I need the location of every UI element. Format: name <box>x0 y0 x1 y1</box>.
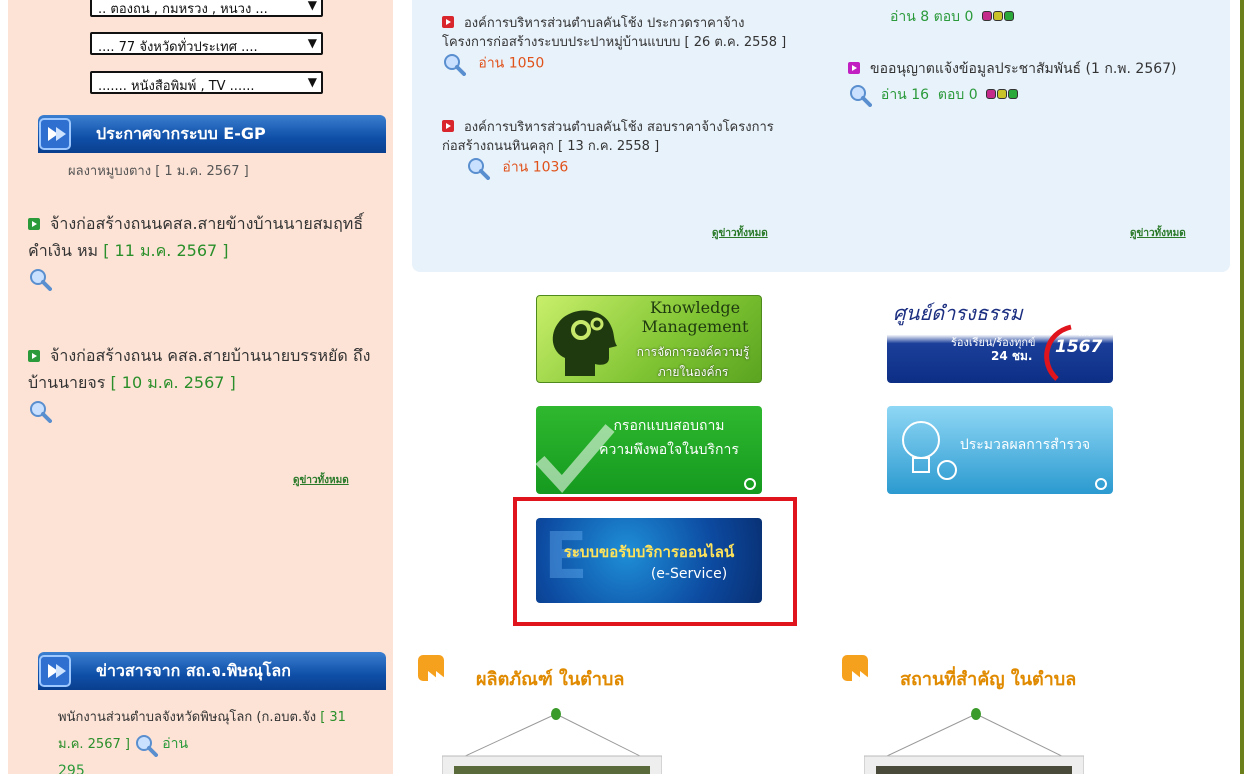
results-banner[interactable]: ประมวลผลการสำรวจ <box>887 406 1113 494</box>
product-frame[interactable] <box>442 706 662 774</box>
km-title-1: Knowledge <box>649 298 741 317</box>
km-sub-1: การจัดการองค์ความรู้ <box>636 345 750 359</box>
announcement-panel: องค์การบริหารส่วนตำบลคันโช้ง ประกวดราคาจ… <box>412 0 1230 272</box>
magnifier-icon[interactable] <box>28 267 52 291</box>
status-dots-icon <box>986 82 1019 108</box>
status-dots-icon <box>981 8 1015 27</box>
announce-more-right[interactable]: ดูข่าวทั้งหมด <box>1130 226 1186 241</box>
egp-clipped-item: ผลงาหมูบงตาง [ 1 ม.ค. 2567 ] <box>68 164 249 179</box>
magnifier-icon[interactable] <box>442 52 466 76</box>
swoosh-icon <box>1044 324 1072 381</box>
eservice-line-1: ระบบขอรับบริการออนไลน์ <box>563 543 735 561</box>
arrow-header-icon <box>39 118 71 150</box>
places-section-title: สถานที่สำคัญ ในตำบล <box>900 669 1077 690</box>
chevron-down-icon: ▼ <box>307 36 317 50</box>
left-sidebar: .. ตองถน , กมหรวง , หนวง ... ▼ .... 77 จั… <box>8 0 393 774</box>
damrongtham-hours: 24 ชม. <box>991 349 1033 363</box>
announce-item-2[interactable]: องค์การบริหารส่วนตำบลคันโช้ง สอบราคาจ้าง… <box>442 118 787 180</box>
circle-arrow-icon <box>1095 478 1107 490</box>
km-banner[interactable]: Knowledge Management การจัดการองค์ความรู… <box>536 295 762 383</box>
page-right-border <box>1236 0 1250 774</box>
orange-arrow-icon <box>418 655 446 687</box>
place-frame[interactable] <box>864 706 1084 774</box>
bullet-icon <box>442 120 454 132</box>
bullet-icon <box>848 62 860 74</box>
announce-right-item[interactable]: ขออนุญาตแจ้งข้อมูลประชาสัมพันธ์ (1 ก.พ. … <box>848 56 1193 108</box>
eservice-banner[interactable]: E ระบบขอรับบริการออนไลน์ (e-Service) <box>536 518 762 603</box>
chevron-down-icon: ▼ <box>307 0 317 12</box>
damrongtham-title: ศูนย์ดำรงธรรม <box>893 301 1023 325</box>
bullet-icon <box>442 16 454 28</box>
magnifier-icon[interactable] <box>848 83 872 107</box>
egp-item-2[interactable]: จ้างก่อสร้างถนน คสล.สายบ้านนายบรรหยัด ถึ… <box>28 342 373 423</box>
brain-gears-icon <box>552 310 617 376</box>
magnifier-icon[interactable] <box>134 733 159 757</box>
results-label: ประมวลผลการสำรวจ <box>959 437 1091 453</box>
circle-arrow-icon <box>744 478 756 490</box>
km-sub-2: ภายในองค์กร <box>657 365 729 379</box>
magnifier-icon[interactable] <box>28 399 52 423</box>
products-section-title: ผลิตภัณฑ์ ในตำบล <box>476 669 625 690</box>
announce-more-left[interactable]: ดูข่าวทั้งหมด <box>712 226 768 241</box>
survey-line-1: กรอกแบบสอบถาม <box>613 418 725 434</box>
km-title-2: Management <box>641 317 749 336</box>
media-select[interactable]: ....... หนังสือพิมพ์ , TV ...... ▼ <box>90 71 323 94</box>
arrow-header-icon <box>39 655 71 687</box>
magnifier-icon[interactable] <box>466 156 490 180</box>
news-item-1[interactable]: พนักงานส่วนตำบลจังหวัดพิษณุโลก (ก.อบต.จั… <box>58 705 368 774</box>
egp-section-header: ประกาศจากระบบ E-GP <box>38 115 386 153</box>
bullet-icon <box>28 350 40 362</box>
announce-right-top: อ่าน 8 ตอบ 0 <box>890 8 1015 27</box>
announce-item-1[interactable]: องค์การบริหารส่วนตำบลคันโช้ง ประกวดราคาจ… <box>442 14 787 76</box>
egp-more-link[interactable]: ดูข่าวทั้งหมด <box>293 473 349 488</box>
chevron-down-icon: ▼ <box>307 75 317 89</box>
org-type-select[interactable]: .. ตองถน , กมหรวง , หนวง ... ▼ <box>90 0 323 17</box>
eservice-line-2: (e-Service) <box>650 566 728 582</box>
survey-line-2: ความพึงพอใจในบริการ <box>599 442 739 458</box>
egp-item-1[interactable]: จ้างก่อสร้างถนนคสล.สายข้างบ้านนายสมฤทธิ์… <box>28 210 373 291</box>
orange-arrow-icon <box>842 655 870 687</box>
province-select[interactable]: .... 77 จังหวัดทั่วประเทศ .... ▼ <box>90 32 323 55</box>
news-section-header: ข่าวสารจาก สถ.จ.พิษณุโลก <box>38 652 386 690</box>
survey-banner[interactable]: กรอกแบบสอบถาม ความพึงพอใจในบริการ <box>536 406 762 494</box>
bullet-icon <box>28 218 40 230</box>
damrongtham-banner[interactable]: ศูนย์ดำรงธรรม ร้องเรียน/ร้องทุกข์ 24 ชม.… <box>887 295 1113 383</box>
